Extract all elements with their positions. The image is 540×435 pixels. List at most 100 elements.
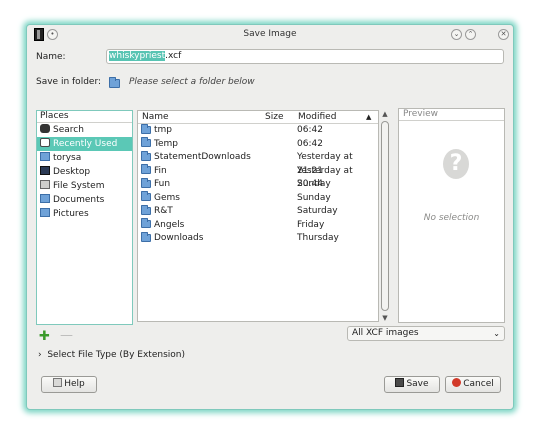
place-label: Pictures: [53, 209, 89, 219]
column-header-modified[interactable]: Modified: [298, 111, 336, 123]
column-header-size[interactable]: Size: [265, 111, 283, 123]
table-row[interactable]: Fin Yesterday at 20:44: [138, 164, 378, 189]
folder-icon: [40, 208, 50, 217]
maximize-icon[interactable]: ⌃: [465, 29, 476, 40]
file-modified: Thursday: [297, 233, 339, 243]
save-label: Save: [406, 379, 429, 389]
place-item-file-system[interactable]: File System: [37, 179, 132, 193]
place-label: torysa: [53, 153, 82, 163]
table-row[interactable]: R&T Saturday: [138, 204, 378, 219]
file-name: Downloads: [154, 233, 204, 243]
file-name: Angels: [154, 219, 185, 230]
help-label: Help: [64, 379, 85, 389]
save-in-folder-label: Save in folder:: [36, 77, 102, 87]
file-modified: 06:42: [297, 125, 323, 135]
folder-icon: [141, 218, 151, 228]
preview-header: Preview: [399, 109, 504, 121]
table-row[interactable]: Temp 06:42: [138, 137, 378, 152]
file-modified: Sunday: [297, 192, 331, 203]
file-filter-select[interactable]: All XCF images ⌄: [347, 326, 505, 341]
file-type-label: Select File Type (By Extension): [47, 350, 185, 360]
folder-icon: [40, 194, 50, 203]
home-folder-icon: [40, 152, 50, 161]
file-modified: Saturday: [297, 206, 338, 216]
minimize-icon[interactable]: ⌄: [451, 29, 462, 40]
remove-bookmark-button[interactable]: —: [60, 328, 73, 343]
chevron-right-icon: ›: [38, 350, 42, 360]
place-item-pictures[interactable]: Pictures: [37, 207, 132, 221]
folder-icon: [141, 177, 151, 188]
window-title: Save Image: [243, 29, 297, 39]
cancel-label: Cancel: [463, 379, 494, 389]
save-image-dialog: • Save Image ⌄ ⌃ ✕ Name: whiskypriest.xc…: [26, 24, 514, 410]
file-name: Fin: [154, 165, 167, 176]
table-row[interactable]: Gems Sunday: [138, 191, 378, 206]
table-row[interactable]: Downloads Thursday: [138, 231, 378, 246]
folder-icon: [141, 231, 151, 242]
preview-panel: Preview ? No selection: [398, 108, 505, 323]
file-list: Name Size Modified ▲ tmp 06:42 Temp 06:42 …: [137, 110, 379, 322]
file-name: StatementDownloads: [154, 152, 251, 162]
name-input[interactable]: whiskypriest.xcf: [106, 49, 504, 64]
save-in-folder-placeholder: Please select a folder below: [129, 77, 255, 87]
place-item-recently-used[interactable]: Recently Used: [37, 137, 132, 151]
folder-icon: [141, 164, 151, 174]
place-item-torysa[interactable]: torysa: [37, 151, 132, 165]
file-modified: Friday: [297, 219, 325, 230]
save-icon: [395, 378, 405, 387]
folder-icon: [141, 150, 151, 161]
place-item-documents[interactable]: Documents: [37, 193, 132, 207]
table-row[interactable]: Fun Sunday: [138, 177, 378, 192]
help-icon: [53, 378, 63, 387]
name-label: Name:: [36, 52, 66, 62]
clock-icon: [40, 138, 50, 147]
add-bookmark-button[interactable]: ✚: [39, 329, 50, 344]
place-label: Desktop: [53, 167, 91, 177]
table-row[interactable]: Angels Friday: [138, 218, 378, 233]
folder-icon: [141, 137, 151, 147]
scroll-down-icon[interactable]: ▼: [379, 314, 391, 322]
column-header-name[interactable]: Name: [142, 111, 169, 123]
place-label: Documents: [53, 195, 105, 205]
folder-icon: [141, 204, 151, 215]
place-label: Search: [53, 125, 84, 135]
place-label: File System: [53, 181, 105, 191]
file-list-header: Name Size Modified ▲: [138, 111, 378, 124]
name-selected-text: whiskypriest: [109, 51, 166, 61]
folder-icon: [141, 191, 151, 201]
cancel-icon: [452, 378, 462, 387]
preview-empty-text: No selection: [423, 213, 480, 223]
table-row[interactable]: tmp 06:42: [138, 123, 378, 138]
folder-icon: [141, 123, 151, 134]
file-modified: Sunday: [297, 179, 331, 189]
sort-ascending-icon[interactable]: ▲: [366, 111, 371, 123]
file-modified: 06:42: [297, 138, 323, 149]
file-type-expander[interactable]: › Select File Type (By Extension): [38, 350, 185, 360]
file-list-scrollbar[interactable]: ▲ ▼: [379, 110, 391, 322]
name-extension-text: .xcf: [165, 51, 182, 61]
place-item-desktop[interactable]: Desktop: [37, 165, 132, 179]
save-button[interactable]: Save: [384, 376, 440, 393]
drive-icon: [40, 180, 50, 189]
file-name: Temp: [154, 138, 178, 149]
scroll-up-icon[interactable]: ▲: [379, 110, 391, 118]
file-name: R&T: [154, 206, 173, 216]
titlebar[interactable]: • Save Image ⌄ ⌃ ✕: [27, 25, 513, 45]
place-item-search[interactable]: Search: [37, 123, 132, 137]
cancel-button[interactable]: Cancel: [445, 376, 501, 393]
help-button[interactable]: Help: [41, 376, 97, 393]
place-label: Recently Used: [53, 139, 118, 149]
table-row[interactable]: StatementDownloads Yesterday at 21:21: [138, 150, 378, 176]
close-icon[interactable]: ✕: [498, 29, 509, 40]
chevron-down-icon: ⌄: [493, 329, 500, 338]
desktop-icon: [40, 166, 50, 175]
binoculars-icon: [40, 124, 50, 133]
folder-icon: [109, 77, 120, 88]
file-name: tmp: [154, 125, 173, 135]
file-name: Fun: [154, 179, 171, 189]
file-name: Gems: [154, 192, 180, 203]
file-filter-value: All XCF images: [352, 328, 419, 338]
scrollbar-thumb[interactable]: [381, 121, 389, 311]
question-mark-icon: ?: [443, 149, 469, 179]
places-header[interactable]: Places: [37, 111, 132, 123]
